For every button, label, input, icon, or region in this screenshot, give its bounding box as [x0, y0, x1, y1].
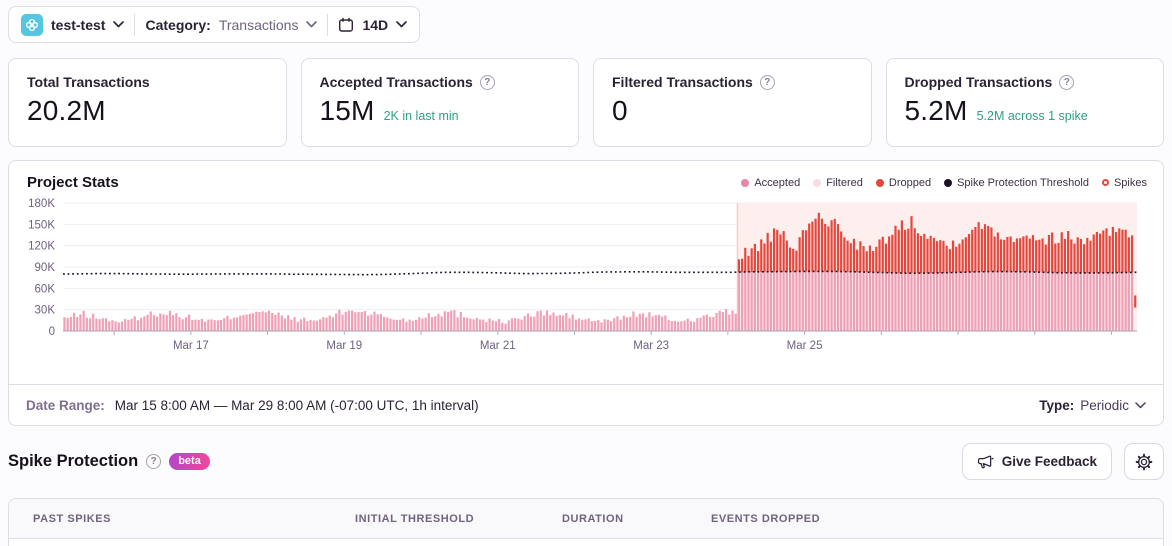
y-axis-tick-label: 30K	[35, 305, 56, 317]
table-header-cell: INITIAL THRESHOLD	[355, 512, 475, 525]
legend-item[interactable]: Spikes	[1101, 176, 1147, 189]
legend-dot-icon	[875, 178, 884, 187]
date-range-label: Date Range:	[26, 397, 105, 413]
category-selector[interactable]: Category: Transactions	[145, 16, 318, 33]
chart-legend: Accepted Filtered Dropped Spike Protection …	[741, 177, 1147, 189]
megaphone-icon	[977, 455, 994, 468]
stat-card-value: 15M	[319, 95, 375, 126]
project-selector[interactable]: test-test	[21, 13, 125, 36]
stat-card-note[interactable]: 2K in last min	[384, 109, 459, 123]
stat-card-note[interactable]: 5.2M across 1 spike	[977, 109, 1088, 123]
help-icon[interactable]: ?	[759, 74, 775, 90]
help-icon[interactable]: ?	[1059, 74, 1075, 90]
y-axis-tick-label: 180K	[28, 198, 55, 210]
legend-dot-icon	[944, 178, 953, 187]
legend-label: Accepted	[754, 176, 801, 189]
spike-protection-header: Spike Protection ? beta Give Feedback	[8, 443, 1164, 480]
settings-button[interactable]	[1124, 443, 1164, 480]
legend-label: Filtered	[826, 176, 863, 189]
section-title: Spike Protection	[8, 452, 139, 470]
type-value: Periodic	[1080, 397, 1129, 413]
stat-card-title: Dropped Transactions	[904, 74, 1053, 90]
table-header-cell: PAST SPIKES	[33, 512, 111, 525]
date-range-value: 14D	[362, 16, 389, 33]
chevron-down-icon	[1135, 401, 1146, 408]
y-axis-tick-label: 90K	[35, 262, 56, 274]
legend-label: Spikes	[1113, 176, 1147, 189]
stat-card-value: 5.2M	[904, 95, 968, 126]
stat-card-title: Filtered Transactions	[612, 74, 753, 90]
x-axis-tick-label: Mar 25	[787, 340, 823, 352]
stat-card-title: Accepted Transactions	[319, 74, 473, 90]
table-header-row: PAST SPIKES INITIAL THRESHOLD DURATION EVEN…	[9, 499, 1163, 539]
table-row	[9, 539, 1163, 546]
y-axis-tick-label: 150K	[28, 219, 55, 231]
stat-card-value: 0	[612, 95, 628, 126]
chart-footer: Date Range: Mar 15 8:00 AM — Mar 29 8:00…	[9, 384, 1163, 425]
beta-badge: beta	[169, 453, 210, 470]
legend-dot-icon	[741, 178, 750, 187]
y-axis-tick-label: 120K	[28, 241, 55, 253]
divider	[327, 13, 329, 36]
date-range-selector[interactable]: 14D	[338, 17, 407, 33]
stat-card: Total Transactions 20.2M	[8, 58, 287, 147]
table-header-cell: EVENTS DROPPED	[711, 512, 821, 525]
x-axis-tick-label: Mar 23	[633, 340, 669, 352]
give-feedback-button[interactable]: Give Feedback	[961, 443, 1112, 480]
calendar-icon	[339, 17, 354, 32]
table-header-cell: DURATION	[562, 512, 624, 525]
project-stats-panel: Project Stats Accepted Filtered Dropped Spi…	[8, 160, 1164, 426]
legend-dot-icon	[813, 178, 822, 187]
type-label: Type:	[1039, 397, 1075, 413]
chevron-down-icon	[396, 21, 407, 28]
x-axis-tick-label: Mar 19	[326, 340, 362, 352]
stat-card-value: 20.2M	[27, 95, 106, 126]
date-range-text: Mar 15 8:00 AM — Mar 29 8:00 AM (-07:00 …	[114, 397, 479, 413]
past-spikes-table: PAST SPIKES INITIAL THRESHOLD DURATION EVEN…	[8, 498, 1164, 546]
stat-cards-row: Total Transactions 20.2M Accepted Transact…	[8, 58, 1164, 147]
x-axis-tick-label: Mar 17	[173, 340, 209, 352]
category-label: Category:	[145, 16, 211, 33]
chevron-down-icon	[113, 21, 125, 28]
help-icon[interactable]: ?	[479, 74, 495, 90]
stat-card-title: Total Transactions	[27, 74, 150, 90]
legend-item[interactable]: Dropped	[875, 176, 932, 189]
stat-card: Dropped Transactions? 5.2M 5.2M across 1 s…	[885, 58, 1164, 147]
usage-chart-svg: 0 30K 60K 90K 120K 150K 180K Mar 17 Mar 19 Mar 21…	[28, 198, 1138, 352]
category-value: Transactions	[218, 16, 299, 33]
usage-chart: 0 30K 60K 90K 120K 150K 180K Mar 17 Mar 19 Mar 21…	[9, 193, 1163, 364]
legend-label: Spike Protection Threshold	[957, 176, 1089, 189]
x-axis-tick-label: Mar 21	[480, 340, 516, 352]
y-axis-tick-label: 60K	[35, 283, 56, 295]
legend-item[interactable]: Filtered	[813, 177, 863, 189]
type-selector[interactable]: Type: Periodic	[1039, 398, 1146, 413]
help-icon[interactable]: ?	[146, 454, 162, 469]
project-avatar-icon	[21, 13, 43, 36]
give-feedback-label: Give Feedback	[1001, 454, 1097, 469]
project-name: test-test	[51, 16, 106, 33]
stat-card: Accepted Transactions? 15M 2K in last min	[300, 58, 579, 147]
legend-item[interactable]: Accepted	[741, 177, 800, 189]
page-filter-bar: test-test Category: Transactions 14D	[8, 6, 421, 43]
legend-label: Dropped	[888, 176, 932, 189]
legend-item[interactable]: Spike Protection Threshold	[944, 177, 1089, 189]
gear-icon	[1135, 453, 1153, 470]
spikes-ring-icon	[1101, 179, 1109, 186]
divider	[134, 13, 136, 36]
chart-title: Project Stats	[27, 174, 119, 191]
chevron-down-icon	[306, 21, 318, 28]
stat-card: Filtered Transactions? 0	[593, 58, 872, 147]
y-axis-tick-label: 0	[49, 326, 55, 338]
